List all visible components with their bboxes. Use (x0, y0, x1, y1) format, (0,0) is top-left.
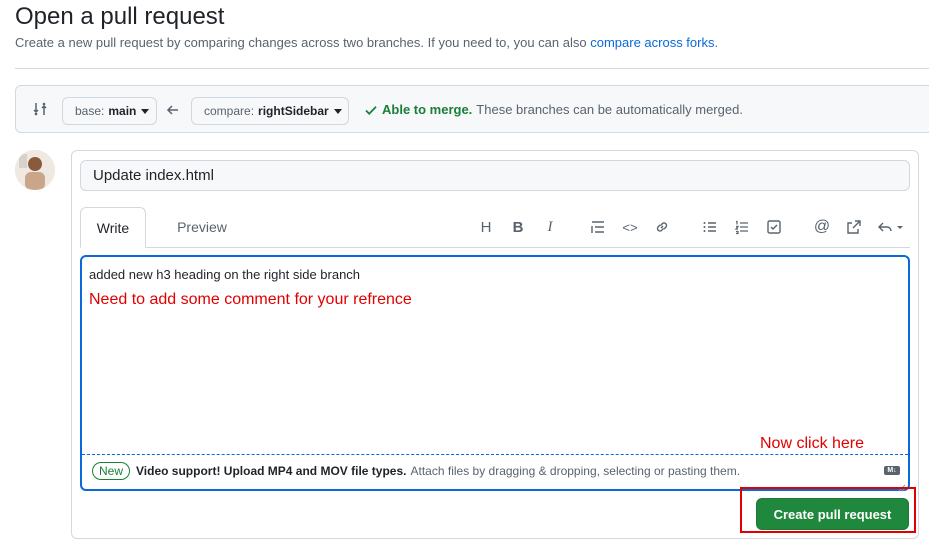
pull-request-form: Write Preview H B I <> @ added new h3 he… (71, 150, 919, 539)
attach-files-text: Attach files by dragging & dropping, sel… (410, 464, 741, 478)
compare-prefix: compare: (204, 104, 255, 118)
heading-icon[interactable]: H (476, 217, 496, 237)
tab-write[interactable]: Write (80, 207, 146, 248)
bold-icon[interactable]: B (508, 217, 528, 237)
branch-compare-bar: base: main compare: rightSidebar Able to m… (15, 85, 929, 133)
annotation-comment-note: Need to add some comment for your refren… (89, 291, 412, 308)
chevron-down-icon (141, 108, 150, 114)
page-subtitle: Create a new pull request by comparing c… (15, 35, 718, 50)
base-branch-select[interactable]: base: main (62, 97, 157, 125)
mention-icon[interactable]: @ (812, 217, 832, 237)
base-prefix: base: (75, 104, 105, 118)
base-value: main (108, 104, 137, 118)
annotation-click-note: Now click here (760, 435, 865, 452)
header-divider (15, 68, 929, 69)
page-title: Open a pull request (15, 3, 225, 30)
quote-icon[interactable] (588, 217, 608, 237)
unordered-list-icon[interactable] (700, 217, 720, 237)
tab-preview[interactable]: Preview (162, 207, 242, 247)
markdown-icon[interactable]: M↓ (884, 466, 900, 475)
compare-forks-link[interactable]: compare across forks (590, 35, 714, 50)
file-drop-divider (82, 454, 908, 455)
subtitle-text: Create a new pull request by comparing c… (15, 35, 591, 50)
task-list-icon[interactable] (764, 217, 784, 237)
arrow-left-icon (166, 103, 180, 117)
saved-replies-icon[interactable] (876, 217, 906, 237)
ordered-list-icon[interactable] (732, 217, 752, 237)
merge-status-label: Able to merge. (382, 102, 473, 117)
comment-body-textarea[interactable]: added new h3 heading on the right side b… (80, 255, 910, 492)
compare-branch-select[interactable]: compare: rightSidebar (191, 97, 349, 125)
subtitle-end: . (714, 35, 719, 50)
compare-arrows-icon (32, 101, 48, 117)
compare-value: rightSidebar (258, 104, 329, 118)
resize-handle-icon[interactable] (898, 479, 906, 492)
video-support-text: Video support! Upload MP4 and MOV file t… (136, 464, 407, 478)
avatar[interactable] (15, 150, 55, 190)
cross-reference-icon[interactable] (844, 217, 864, 237)
file-attach-bar[interactable]: New Video support! Upload MP4 and MOV fi… (92, 462, 740, 480)
comment-body-text: added new h3 heading on the right side b… (89, 267, 361, 282)
merge-status-message: These branches can be automatically merg… (476, 102, 743, 117)
pr-title-input[interactable] (80, 160, 910, 191)
link-icon[interactable] (652, 217, 672, 237)
new-badge: New (92, 462, 131, 480)
create-pull-request-button[interactable]: Create pull request (756, 498, 909, 530)
editor-tab-bar: Write Preview H B I <> @ (80, 207, 910, 248)
chevron-down-icon (333, 108, 342, 114)
merge-status: Able to merge. These branches can be aut… (364, 102, 743, 117)
check-icon (364, 103, 378, 117)
code-icon[interactable]: <> (620, 217, 640, 237)
italic-icon[interactable]: I (540, 217, 560, 237)
